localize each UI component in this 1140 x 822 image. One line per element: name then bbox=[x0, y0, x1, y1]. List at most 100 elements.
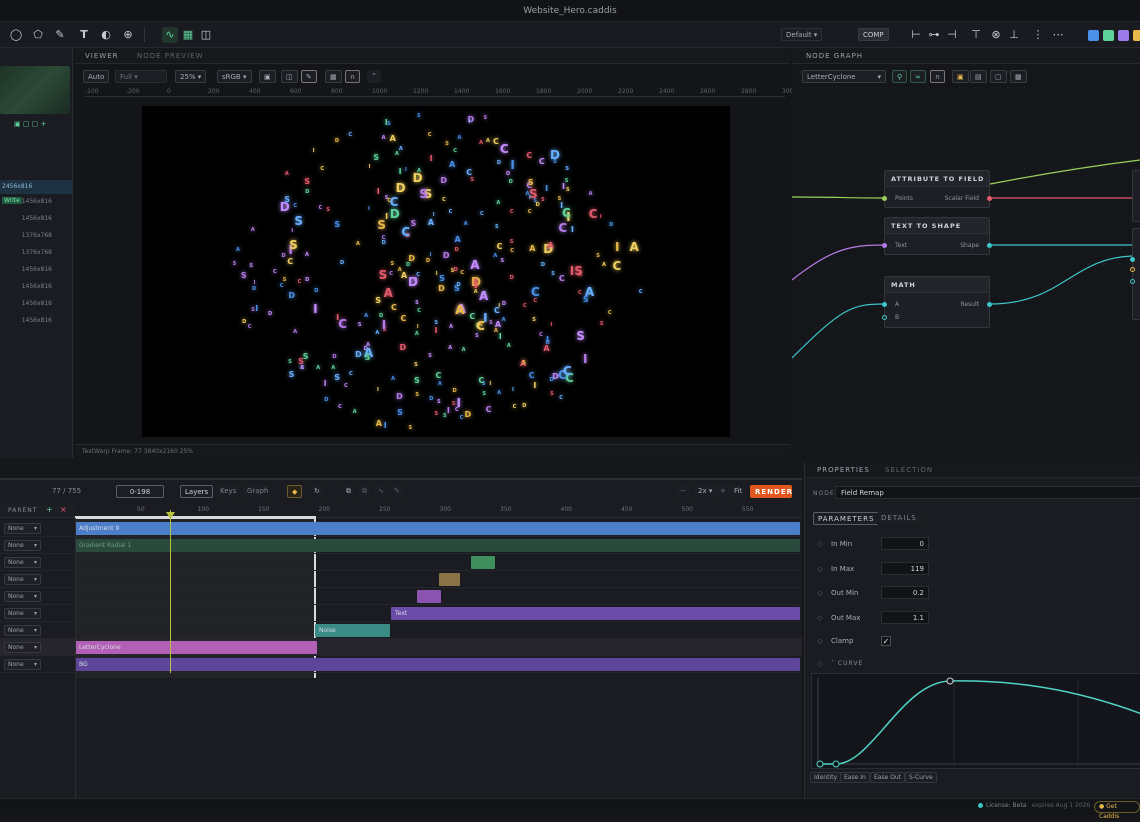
compare-icon[interactable]: ◫ bbox=[281, 70, 298, 83]
param-value-field[interactable]: 119 bbox=[881, 561, 929, 575]
param-key-icon[interactable]: ◇ bbox=[817, 589, 822, 597]
preset-ease-out[interactable]: Ease Out bbox=[870, 772, 906, 783]
parent-dropdown[interactable]: None ▾ bbox=[4, 574, 41, 585]
parent-dropdown[interactable]: None ▾ bbox=[4, 557, 41, 568]
timeline-clip[interactable]: Noise bbox=[315, 624, 390, 637]
param-key-icon[interactable]: ◇ bbox=[817, 614, 822, 622]
add-layer-icon[interactable]: + bbox=[46, 505, 53, 514]
port-out[interactable] bbox=[987, 302, 992, 307]
colorspace-dropdown[interactable]: sRGB ▾ bbox=[217, 70, 252, 83]
pen-tool-icon[interactable]: ✎ bbox=[52, 27, 68, 43]
project-thumbnail[interactable] bbox=[0, 66, 70, 114]
preset-dropdown[interactable]: Default ▾ bbox=[781, 28, 823, 41]
node-attribute-to-field[interactable]: ATTRIBUTE TO FIELD Points Scalar Field bbox=[882, 170, 992, 208]
tab-viewer[interactable]: VIEWER bbox=[85, 48, 118, 64]
layer-row[interactable]: 1376x768 bbox=[0, 246, 72, 260]
param-key-icon[interactable]: ◇ bbox=[817, 565, 822, 573]
comp-button[interactable]: COMP bbox=[858, 28, 889, 41]
timeline-clip[interactable]: Adjustment 9 bbox=[75, 522, 800, 535]
caret-icon[interactable]: ⌃ bbox=[367, 70, 381, 83]
grid-icon[interactable]: ▦ bbox=[180, 27, 196, 43]
keyframe-icon[interactable]: ◆ bbox=[287, 485, 303, 498]
globe-tool-icon[interactable]: ⊕ bbox=[120, 27, 136, 43]
port-out[interactable] bbox=[987, 196, 992, 201]
timeline-clip[interactable]: Gradient Radial 1 bbox=[75, 539, 800, 552]
tab-properties[interactable]: PROPERTIES bbox=[817, 462, 870, 478]
param-value-field[interactable]: 1.1 bbox=[881, 610, 929, 624]
curve-point[interactable] bbox=[832, 760, 840, 768]
align-left-icon[interactable]: ⊢ bbox=[908, 27, 924, 43]
work-area-bar[interactable] bbox=[75, 516, 316, 519]
align-right-icon[interactable]: ⊣ bbox=[944, 27, 960, 43]
layer-row[interactable]: 1456x816 bbox=[0, 314, 72, 328]
layer-row[interactable]: 1456x816 bbox=[0, 297, 72, 311]
parent-dropdown[interactable]: None ▾ bbox=[4, 591, 41, 602]
port-out[interactable] bbox=[987, 243, 992, 248]
distribute-h-icon[interactable]: ⋮ bbox=[1030, 27, 1046, 43]
fit-button[interactable]: Fit bbox=[730, 485, 747, 498]
loop-icon[interactable]: ↻ bbox=[310, 485, 324, 498]
align-bottom-icon[interactable]: ⊥ bbox=[1006, 27, 1022, 43]
render-button[interactable]: RENDER bbox=[750, 485, 792, 498]
timeline-clip[interactable] bbox=[471, 556, 495, 569]
tab-graph[interactable]: Graph bbox=[243, 485, 273, 498]
node-math[interactable]: MATH A B Result bbox=[882, 276, 992, 328]
parent-dropdown[interactable]: None ▾ bbox=[4, 659, 41, 670]
distribute-v-icon[interactable]: ⋯ bbox=[1050, 27, 1066, 43]
get-caddis-button[interactable]: ● Get Caddis bbox=[1094, 801, 1140, 820]
preset-ease-in[interactable]: Ease In bbox=[840, 772, 870, 783]
tab-layers[interactable]: Layers bbox=[180, 485, 214, 498]
align-middle-icon[interactable]: ⊗ bbox=[988, 27, 1004, 43]
tab-parameters[interactable]: PARAMETERS bbox=[813, 512, 880, 525]
timeline-clip[interactable]: BG bbox=[75, 658, 800, 671]
node-offscreen-2[interactable] bbox=[1130, 228, 1140, 320]
align-center-icon[interactable]: ⊶ bbox=[926, 27, 942, 43]
polygon-tool-icon[interactable]: ⬠ bbox=[30, 27, 46, 43]
curve-point[interactable] bbox=[816, 760, 824, 768]
render-canvas[interactable]: SSSSACSDDSSASDIADSCSCICACASDDICSASDIASSA… bbox=[142, 106, 730, 437]
curve-key-icon[interactable]: ◇ bbox=[817, 660, 822, 668]
tab-selection[interactable]: SELECTION bbox=[885, 462, 933, 478]
resolution-dropdown[interactable]: Full ▾ bbox=[115, 70, 167, 83]
headphones-icon[interactable]: ∩ bbox=[345, 70, 361, 83]
swatch-purple[interactable] bbox=[1118, 30, 1129, 41]
copy-keys-icon[interactable]: ⧉ bbox=[342, 485, 355, 498]
timeline-clip[interactable]: LetterCyclone bbox=[75, 641, 317, 654]
layer-row[interactable]: 1376x768 bbox=[0, 229, 72, 243]
checker-icon[interactable]: ▦ bbox=[325, 70, 342, 83]
zoom-dropdown[interactable]: 25% ▾ bbox=[175, 70, 207, 83]
text-tool-icon[interactable]: T bbox=[76, 27, 92, 43]
snapshot-icon[interactable]: ▣ bbox=[259, 70, 276, 83]
playhead[interactable] bbox=[170, 510, 171, 673]
remove-layer-icon[interactable]: × bbox=[60, 505, 67, 514]
clamp-key-icon[interactable]: ◇ bbox=[817, 637, 822, 645]
timeline-clip[interactable] bbox=[439, 573, 460, 586]
parent-dropdown[interactable]: None ▾ bbox=[4, 523, 41, 534]
circle-tool-icon[interactable]: ◯ bbox=[8, 27, 24, 43]
swatch-green[interactable] bbox=[1103, 30, 1114, 41]
swatch-blue[interactable] bbox=[1088, 30, 1099, 41]
preset-identity[interactable]: Identity bbox=[810, 772, 841, 783]
port-in[interactable] bbox=[882, 196, 887, 201]
curve-point[interactable] bbox=[946, 677, 954, 685]
mask-tool-icon[interactable]: ◐ bbox=[98, 27, 114, 43]
node-text-to-shape[interactable]: TEXT TO SHAPE Text Shape bbox=[882, 217, 992, 255]
timeline-clip[interactable] bbox=[417, 590, 441, 603]
parent-dropdown[interactable]: None ▾ bbox=[4, 540, 41, 551]
curve-editor[interactable] bbox=[811, 673, 1140, 769]
parent-dropdown[interactable]: None ▾ bbox=[4, 642, 41, 653]
param-key-icon[interactable]: ◇ bbox=[817, 540, 822, 548]
zoom-in-icon[interactable]: + bbox=[716, 485, 730, 498]
range-field[interactable]: 0-198 bbox=[116, 485, 164, 498]
node-name-field[interactable]: Field Remap bbox=[835, 486, 1140, 499]
tab-node-preview[interactable]: NODE PREVIEW bbox=[137, 48, 204, 64]
layer-row[interactable]: 1456x816 bbox=[0, 195, 72, 209]
port-in[interactable] bbox=[882, 315, 887, 320]
tab-details[interactable]: DETAILS bbox=[877, 512, 921, 525]
clamp-checkbox[interactable]: ✓ bbox=[881, 636, 891, 646]
parent-dropdown[interactable]: None ▾ bbox=[4, 625, 41, 636]
tab-keys[interactable]: Keys bbox=[216, 485, 241, 498]
paste-icon[interactable]: ⧉ bbox=[358, 485, 371, 498]
port-in[interactable] bbox=[882, 302, 887, 307]
ease-icon[interactable]: ∿ bbox=[374, 485, 388, 498]
